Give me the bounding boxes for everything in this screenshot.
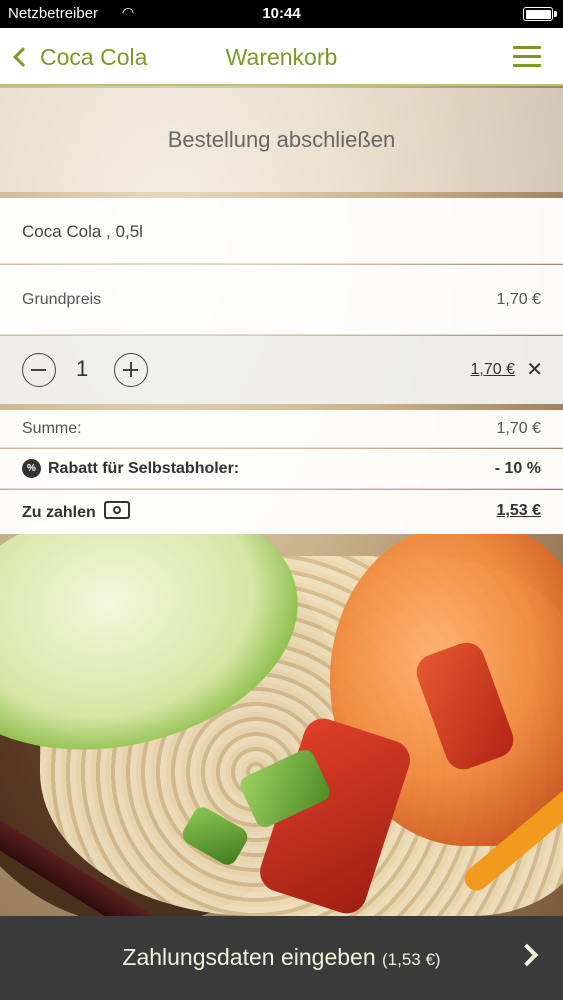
hamburger-menu-icon[interactable] <box>513 46 541 68</box>
decrease-quantity-button[interactable] <box>22 353 56 387</box>
battery-icon <box>523 7 557 21</box>
base-price-label: Grundpreis <box>22 291 102 308</box>
chevron-left-icon <box>13 47 33 67</box>
back-label: Coca Cola <box>40 43 148 70</box>
status-time: 10:44 <box>262 5 301 22</box>
status-bar: Netzbetreiber ◠ 10:44 <box>0 0 563 28</box>
nav-bar: Coca Cola Warenkorb <box>0 28 563 86</box>
discount-value: - 10 % <box>494 460 541 477</box>
discount-row: % Rabatt für Selbstabholer: - 10 % <box>0 449 563 489</box>
section-header: Bestellung abschließen <box>0 88 563 192</box>
base-price-row: Grundpreis 1,70 € <box>0 265 563 335</box>
product-name: Coca Cola , 0,5l <box>22 222 143 241</box>
total-label: Zu zahlen <box>22 504 96 521</box>
line-total: 1,70 € <box>470 361 515 378</box>
sum-label: Summe: <box>22 420 82 437</box>
total-value: 1,53 € <box>496 502 541 519</box>
sum-row: Summe: 1,70 € <box>0 410 563 448</box>
checkout-button[interactable]: Zahlungsdaten eingeben (1,53 €) <box>0 916 563 1000</box>
checkout-label-wrapper: Zahlungsdaten eingeben (1,53 €) <box>0 944 563 971</box>
quantity-row: 1 1,70 € ✕ <box>0 336 563 404</box>
quantity-value: 1 <box>76 356 89 381</box>
cash-icon <box>104 501 130 519</box>
section-title: Bestellung abschließen <box>167 127 396 152</box>
base-price-value: 1,70 € <box>496 291 541 308</box>
total-row: Zu zahlen 1,53 € <box>0 490 563 534</box>
percent-badge-icon: % <box>22 459 41 478</box>
sum-value: 1,70 € <box>496 420 541 437</box>
back-button[interactable]: Coca Cola <box>10 28 147 86</box>
increase-quantity-button[interactable] <box>114 353 148 387</box>
discount-label: Rabatt für Selbstabholer: <box>48 460 240 477</box>
cart-item-row: Coca Cola , 0,5l <box>0 198 563 264</box>
checkout-label: Zahlungsdaten eingeben <box>122 944 376 970</box>
close-icon[interactable]: ✕ <box>526 357 543 382</box>
checkout-amount: (1,53 €) <box>382 950 441 969</box>
